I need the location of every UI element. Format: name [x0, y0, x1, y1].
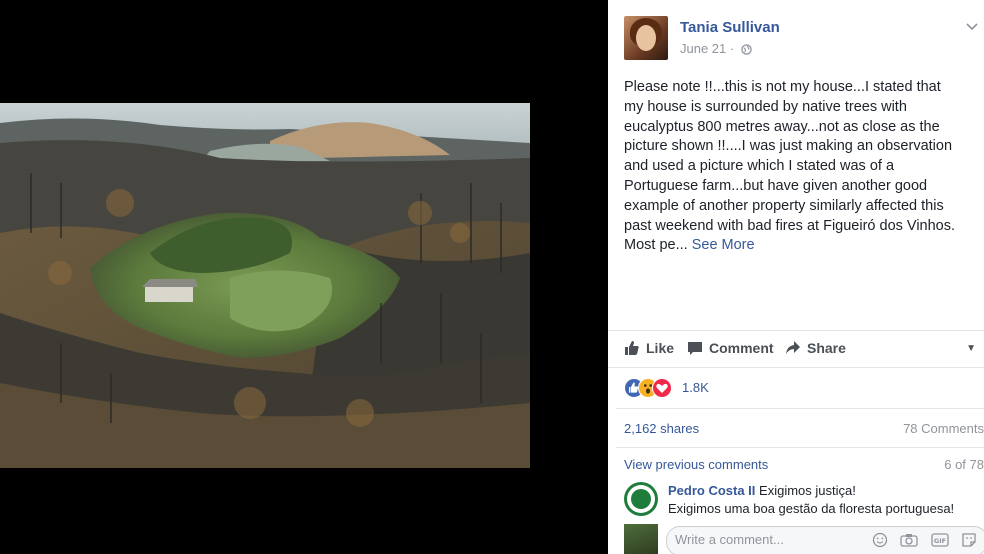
comment-text: Exigimos justiça!	[759, 483, 856, 498]
like-button[interactable]: Like	[624, 340, 674, 356]
post-text-line: example of another property similarly af…	[624, 197, 944, 214]
post-text-line: past weekend with bad fires at Figueiró …	[624, 217, 956, 234]
post-sidebar: Tania Sullivan June 21 · Please note !!.…	[608, 0, 984, 554]
thumbs-up-icon	[624, 340, 646, 356]
reaction-count[interactable]: 1.8K	[682, 380, 709, 395]
post-header: Tania Sullivan June 21 ·	[624, 16, 984, 60]
comment-text-continued: Exigimos uma boa gestão da floresta port…	[668, 501, 955, 516]
comment-item: Pedro Costa II Exigimos justiça! Exigimo…	[624, 480, 984, 520]
author-avatar[interactable]	[624, 16, 668, 60]
gif-icon[interactable]: GIF	[930, 532, 949, 553]
commenter-name[interactable]: Pedro Costa II	[668, 483, 755, 498]
see-more-link[interactable]: See More	[692, 237, 755, 253]
post-text-line: my house is surrounded by native trees w…	[624, 98, 907, 115]
love-reaction-icon	[652, 378, 672, 398]
view-previous-comments-link[interactable]: View previous comments	[624, 457, 768, 472]
emoji-icon[interactable]	[872, 532, 888, 553]
post-text-line: and used a picture which I stated was of…	[624, 158, 895, 175]
post-photo[interactable]	[0, 103, 530, 468]
comment-button[interactable]: Comment	[687, 340, 774, 356]
post-text-line: Please note !!...this is not my house...…	[624, 79, 941, 95]
burnt-hillside-farm-image	[0, 103, 530, 468]
post-text-truncated: Most pe...	[624, 237, 688, 254]
share-label: Share	[807, 340, 846, 356]
post-text-line: Most pe... See More	[624, 236, 984, 256]
post-text-line: Portuguese farm...but have given another…	[624, 177, 928, 194]
photo-viewer	[0, 0, 608, 554]
comment-composer: GIF	[624, 524, 984, 554]
comment-label: Comment	[709, 340, 774, 356]
comments-page-count: 6 of 78	[944, 457, 984, 472]
composer-tools: GIF	[864, 532, 977, 553]
action-bar: Like Comment Share ▼	[608, 330, 984, 368]
post-text-line: eucalyptus 800 metres away...not as clos…	[624, 118, 940, 135]
comment-input[interactable]	[675, 532, 805, 547]
chevron-down-icon[interactable]: ▼	[966, 343, 976, 354]
camera-icon[interactable]	[900, 532, 918, 553]
sticker-icon[interactable]	[961, 532, 977, 553]
post-meta: June 21 ·	[680, 41, 752, 58]
comment-icon	[687, 340, 709, 356]
shares-count[interactable]: 2,162 shares	[624, 421, 699, 436]
divider	[616, 408, 984, 409]
post-date[interactable]: June 21	[680, 41, 726, 56]
post-text-line: picture shown !!....I was just making an…	[624, 138, 953, 155]
globe-icon	[741, 43, 752, 58]
current-user-avatar	[624, 524, 658, 554]
author-name[interactable]: Tania Sullivan	[680, 19, 780, 36]
divider	[616, 447, 984, 448]
svg-text:GIF: GIF	[933, 537, 945, 545]
share-arrow-icon	[785, 340, 807, 356]
comments-count[interactable]: 78 Comments	[903, 421, 984, 436]
post-options-chevron-down-icon[interactable]	[966, 20, 978, 34]
commenter-avatar[interactable]	[624, 482, 658, 516]
share-button[interactable]: Share	[785, 340, 846, 356]
like-label: Like	[646, 340, 675, 356]
comment-box[interactable]: GIF	[666, 526, 984, 554]
comment-line: Pedro Costa II Exigimos justiça!	[668, 483, 856, 498]
post-text: Please note !!...this is not my house...…	[624, 78, 984, 256]
